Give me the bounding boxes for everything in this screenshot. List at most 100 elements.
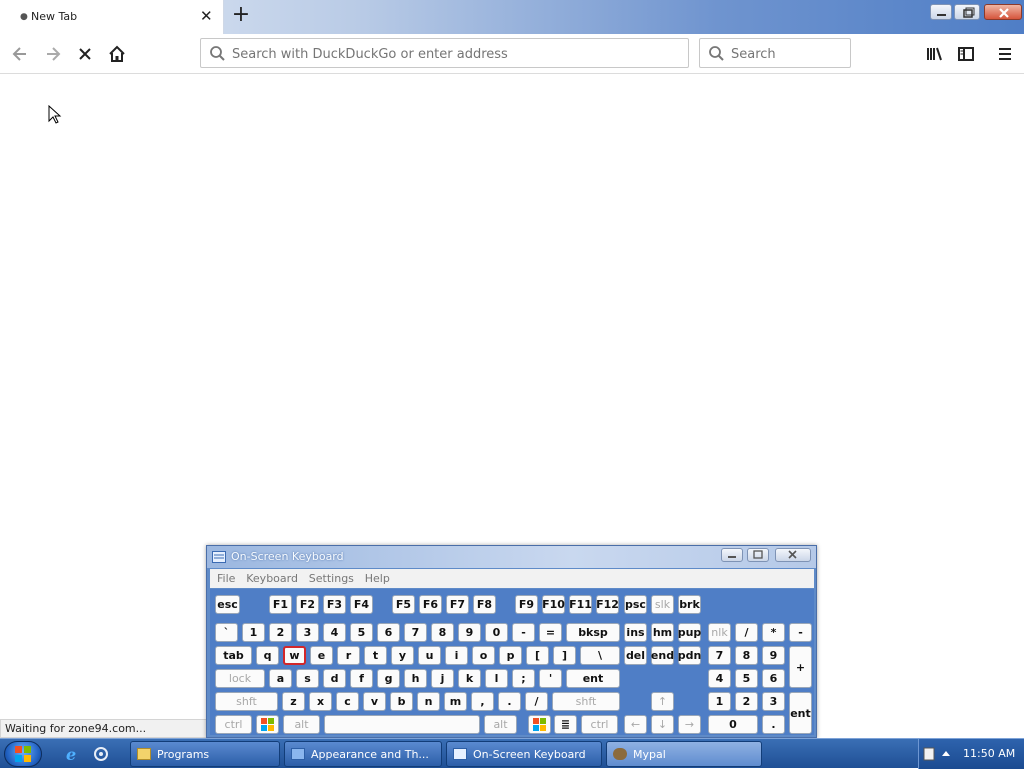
key-rbracket[interactable]: ] [553, 646, 576, 665]
key-slash[interactable]: / [525, 692, 548, 711]
key-8[interactable]: 8 [735, 646, 758, 665]
key-windows[interactable] [256, 715, 279, 734]
key-slk[interactable]: slk [651, 595, 674, 614]
back-button[interactable] [7, 41, 33, 67]
key-alt[interactable]: alt [283, 715, 320, 734]
search-bar[interactable] [699, 38, 851, 68]
key-pdn[interactable]: pdn [678, 646, 701, 665]
key-p[interactable]: p [499, 646, 522, 665]
address-bar[interactable] [200, 38, 689, 68]
key-hm[interactable]: hm [651, 623, 674, 642]
key-slash[interactable]: / [735, 623, 758, 642]
key-1[interactable]: 1 [242, 623, 265, 642]
key-q[interactable]: q [256, 646, 279, 665]
key-3[interactable]: 3 [296, 623, 319, 642]
key-del[interactable]: del [624, 646, 647, 665]
clock[interactable]: 11:50 AM [963, 747, 1015, 760]
key-f9[interactable]: F9 [515, 595, 538, 614]
key-y[interactable]: y [391, 646, 414, 665]
key-2[interactable]: 2 [269, 623, 292, 642]
key-up[interactable]: ↑ [651, 692, 674, 711]
key-k[interactable]: k [458, 669, 481, 688]
key-right[interactable]: → [678, 715, 701, 734]
key-r[interactable]: r [337, 646, 360, 665]
taskbar-item-on-screen-keyboard[interactable]: On-Screen Keyboard [446, 741, 602, 767]
key-z[interactable]: z [282, 692, 305, 711]
key-5[interactable]: 5 [350, 623, 373, 642]
key-lbracket[interactable]: [ [526, 646, 549, 665]
key-f7[interactable]: F7 [446, 595, 469, 614]
key-bksp[interactable]: bksp [566, 623, 620, 642]
key-ins[interactable]: ins [624, 623, 647, 642]
key-period[interactable]: . [498, 692, 521, 711]
search-input[interactable] [731, 45, 841, 63]
key-m[interactable]: m [444, 692, 467, 711]
key-j[interactable]: j [431, 669, 454, 688]
key-9[interactable]: 9 [458, 623, 481, 642]
key-minus[interactable]: - [512, 623, 535, 642]
key-g[interactable]: g [377, 669, 400, 688]
key-d[interactable]: d [323, 669, 346, 688]
new-tab-button[interactable]: + [230, 4, 252, 28]
key-plus[interactable]: + [789, 646, 812, 688]
key-t[interactable]: t [364, 646, 387, 665]
osk-maximize-button[interactable] [747, 548, 769, 562]
taskbar-item-mypal[interactable]: Mypal [606, 741, 762, 767]
key-tab[interactable]: tab [215, 646, 252, 665]
tab-new-tab[interactable]: ● New Tab ✕ [0, 0, 224, 34]
key-8[interactable]: 8 [431, 623, 454, 642]
key-4[interactable]: 4 [708, 669, 731, 688]
key-lock[interactable]: lock [215, 669, 265, 688]
key-0[interactable]: 0 [708, 715, 758, 734]
window-restore-button[interactable] [954, 4, 980, 20]
gear-quicklaunch-icon[interactable] [92, 745, 110, 763]
key-end[interactable]: end [651, 646, 674, 665]
key-f3[interactable]: F3 [323, 595, 346, 614]
window-close-button[interactable] [984, 4, 1022, 20]
key-ctrl[interactable]: ctrl [215, 715, 252, 734]
key-b[interactable]: b [390, 692, 413, 711]
key-down[interactable]: ↓ [651, 715, 674, 734]
key-ent[interactable]: ent [566, 669, 620, 688]
tab-close-icon[interactable]: ✕ [200, 8, 213, 24]
taskbar-item-appearance[interactable]: Appearance and Th... [284, 741, 442, 767]
key-w[interactable]: w [283, 646, 306, 665]
key-f1[interactable]: F1 [269, 595, 292, 614]
key-2[interactable]: 2 [735, 692, 758, 711]
key-ent[interactable]: ent [789, 692, 812, 734]
key-a[interactable]: a [269, 669, 292, 688]
key-6[interactable]: 6 [762, 669, 785, 688]
menu-button[interactable] [992, 41, 1018, 67]
sidebar-button[interactable] [953, 41, 979, 67]
internet-explorer-icon[interactable]: e [64, 745, 82, 763]
osk-menu-settings[interactable]: Settings [309, 572, 354, 585]
key-left[interactable]: ← [624, 715, 647, 734]
key-f5[interactable]: F5 [392, 595, 415, 614]
key-f8[interactable]: F8 [473, 595, 496, 614]
key-esc[interactable]: esc [215, 595, 240, 614]
key-5[interactable]: 5 [735, 669, 758, 688]
key-n[interactable]: n [417, 692, 440, 711]
key-space[interactable] [324, 715, 480, 734]
osk-close-button[interactable] [775, 548, 811, 562]
key-backslash[interactable]: \ [580, 646, 620, 665]
key-ctrl[interactable]: ctrl [581, 715, 618, 734]
key-brk[interactable]: brk [678, 595, 701, 614]
key-f2[interactable]: F2 [296, 595, 319, 614]
key-l[interactable]: l [485, 669, 508, 688]
library-button[interactable] [921, 41, 947, 67]
key-period[interactable]: . [762, 715, 785, 734]
show-hidden-icons-arrow-icon[interactable] [941, 749, 951, 757]
key-3[interactable]: 3 [762, 692, 785, 711]
key-1[interactable]: 1 [708, 692, 731, 711]
key-psc[interactable]: psc [624, 595, 647, 614]
key-semicolon[interactable]: ; [512, 669, 535, 688]
osk-menu-file[interactable]: File [217, 572, 235, 585]
key-f6[interactable]: F6 [419, 595, 442, 614]
key-minus[interactable]: - [789, 623, 812, 642]
keyboard-tray-icon[interactable] [923, 746, 935, 762]
start-button[interactable] [4, 741, 42, 767]
key-0[interactable]: 0 [485, 623, 508, 642]
key-h[interactable]: h [404, 669, 427, 688]
osk-titlebar[interactable]: On-Screen Keyboard [207, 546, 816, 568]
